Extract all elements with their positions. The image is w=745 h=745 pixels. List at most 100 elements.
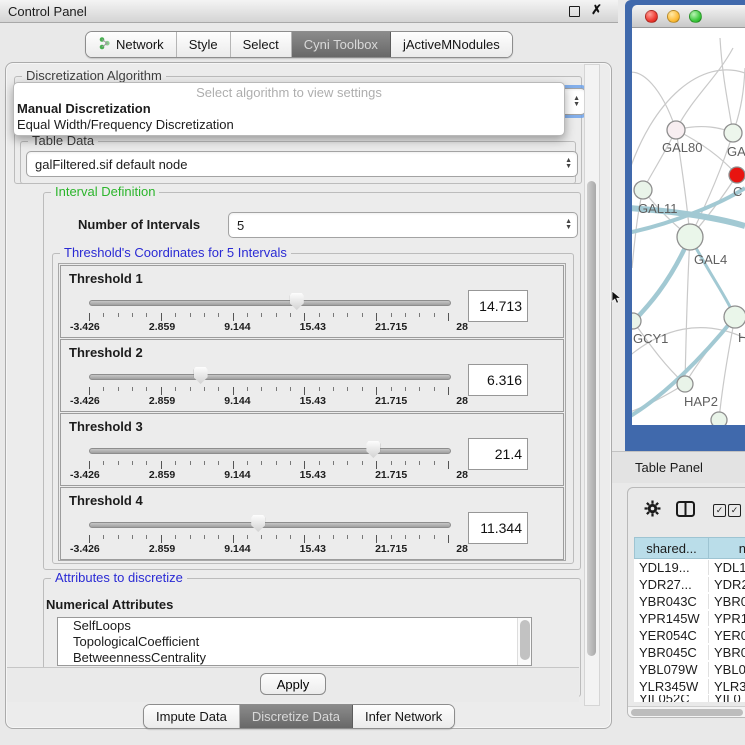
number-of-intervals-value: 5 [237, 218, 244, 233]
tick-mark [89, 387, 90, 395]
table-cell: YBR0 [709, 645, 745, 660]
network-node-gal11[interactable] [634, 181, 652, 199]
table-row[interactable]: YBR043CYBR0 [634, 593, 745, 610]
numerical-attributes-list[interactable]: SelfLoopsTopologicalCoefficientBetweenne… [57, 617, 532, 666]
split-column-icon[interactable] [676, 501, 695, 520]
table-column-header[interactable]: shared... [634, 537, 709, 559]
tick-mark [218, 535, 219, 539]
tick-mark [419, 313, 420, 317]
node-table: shared...na YDL19...YDL1YDR27...YDR2YBR0… [634, 537, 745, 702]
combo-stepper-icon: ▲▼ [573, 96, 580, 108]
threshold-slider-1[interactable] [89, 292, 449, 312]
attribute-list-item[interactable]: SelfLoops [58, 618, 531, 634]
table-data-combobox[interactable]: galFiltered.sif default node ▲▼ [26, 151, 578, 177]
tick-mark [419, 461, 420, 465]
tick-mark [376, 461, 377, 469]
tick-label: -3.426 [70, 469, 100, 481]
table-row[interactable]: YLR345WYLR3 [634, 678, 745, 695]
network-canvas[interactable]: GAL80GACGAL11GAL4GCY1HHAP2 [632, 28, 745, 425]
tick-mark [132, 387, 133, 391]
mode-tab-discretize-data[interactable]: Discretize Data [240, 705, 353, 728]
network-node-h[interactable] [724, 306, 745, 328]
network-node-ga[interactable] [724, 124, 742, 142]
numerical-attributes-label: Numerical Attributes [46, 597, 173, 612]
tick-mark [118, 387, 119, 391]
tab-cyni-toolbox[interactable]: Cyni Toolbox [292, 32, 391, 57]
list-scrollbar[interactable] [517, 618, 531, 665]
threshold-label: Threshold 3 [69, 419, 143, 434]
checkbox-icon[interactable] [728, 504, 741, 517]
threshold-rows-pane: Threshold 1-3.4262.8599.14415.4321.71528… [58, 263, 566, 561]
tab-jactivemnodules[interactable]: jActiveMNodules [391, 32, 512, 57]
cyni-mode-tab-bar: Impute DataDiscretize DataInfer Network [143, 704, 455, 729]
tick-mark [190, 535, 191, 539]
table-row[interactable]: YBR045CYBR0 [634, 644, 745, 661]
panel-scrollbar-thumb[interactable] [587, 181, 596, 656]
mode-tab-infer-network[interactable]: Infer Network [353, 705, 454, 728]
network-node-c[interactable] [729, 167, 745, 183]
slider-thumb[interactable] [366, 441, 380, 458]
tick-label: 2.859 [149, 395, 175, 407]
list-scrollbar-thumb[interactable] [520, 620, 530, 660]
slider-track[interactable] [89, 448, 451, 454]
slider-track[interactable] [89, 374, 451, 380]
mode-tab-impute-data[interactable]: Impute Data [144, 705, 240, 728]
tick-mark [405, 313, 406, 317]
tick-mark [347, 535, 348, 539]
zoom-traffic-light-icon[interactable] [689, 10, 702, 23]
tick-label: 28 [456, 543, 468, 555]
threshold-value-input[interactable] [468, 364, 528, 396]
network-node[interactable] [711, 412, 727, 425]
table-row[interactable]: YER054CYER0 [634, 627, 745, 644]
tick-label: 21.715 [375, 543, 407, 555]
popup-menu-item[interactable]: Manual Discretization [14, 101, 564, 117]
slider-thumb[interactable] [290, 293, 304, 310]
popup-placeholder-item[interactable]: Select algorithm to view settings [14, 84, 564, 101]
threshold-slider-3[interactable] [89, 440, 449, 460]
tick-mark [132, 461, 133, 465]
network-node-gal80[interactable] [667, 121, 685, 139]
threshold-slider-4[interactable] [89, 514, 449, 534]
popup-menu-item[interactable]: Equal Width/Frequency Discretization [14, 117, 564, 133]
slider-track[interactable] [89, 522, 451, 528]
network-node-hap2[interactable] [677, 376, 693, 392]
table-horizontal-scrollbar[interactable] [628, 706, 745, 718]
minimize-traffic-light-icon[interactable] [667, 10, 680, 23]
tick-mark [175, 313, 176, 317]
threshold-value-input[interactable] [468, 290, 528, 322]
tick-mark [405, 461, 406, 465]
threshold-value-input[interactable] [468, 438, 528, 470]
slider-track[interactable] [89, 300, 451, 306]
table-row[interactable]: YPR145WYPR1 [634, 610, 745, 627]
threshold-value-input[interactable] [468, 512, 528, 544]
close-traffic-light-icon[interactable] [645, 10, 658, 23]
network-node-gal4[interactable] [677, 224, 703, 250]
tab-style[interactable]: Style [177, 32, 231, 57]
attributes-group-title: Attributes to discretize [51, 570, 187, 585]
threshold-slider-2[interactable] [89, 366, 449, 386]
slider-thumb[interactable] [194, 367, 208, 384]
number-of-intervals-combobox[interactable]: 5 ▲▼ [228, 212, 578, 238]
table-row[interactable]: YDR27...YDR2 [634, 576, 745, 593]
table-row[interactable]: YIL052CYIL0 [634, 695, 745, 702]
tab-select[interactable]: Select [231, 32, 292, 57]
checkbox-icon[interactable] [713, 504, 726, 517]
table-column-header[interactable]: na [709, 537, 745, 559]
attribute-list-item[interactable]: TopologicalCoefficient [58, 634, 531, 650]
close-window-icon[interactable]: ✗ [591, 2, 602, 18]
tick-mark [290, 387, 291, 391]
panel-scrollbar[interactable] [584, 64, 600, 706]
table-row[interactable]: YDL19...YDL1 [634, 559, 745, 576]
float-window-icon[interactable] [569, 6, 580, 17]
tick-label: 9.144 [224, 321, 250, 333]
attribute-list-item[interactable]: BetweennessCentrality [58, 650, 531, 666]
slider-thumb[interactable] [251, 515, 265, 532]
apply-button[interactable]: Apply [260, 673, 326, 695]
table-scrollbar-thumb[interactable] [631, 709, 743, 716]
tab-network[interactable]: Network [86, 32, 177, 57]
tick-label: 15.43 [300, 469, 326, 481]
table-row[interactable]: YBL079WYBL0 [634, 661, 745, 678]
gear-icon[interactable] [644, 500, 661, 520]
tick-mark [118, 313, 119, 317]
tick-mark [304, 535, 305, 543]
